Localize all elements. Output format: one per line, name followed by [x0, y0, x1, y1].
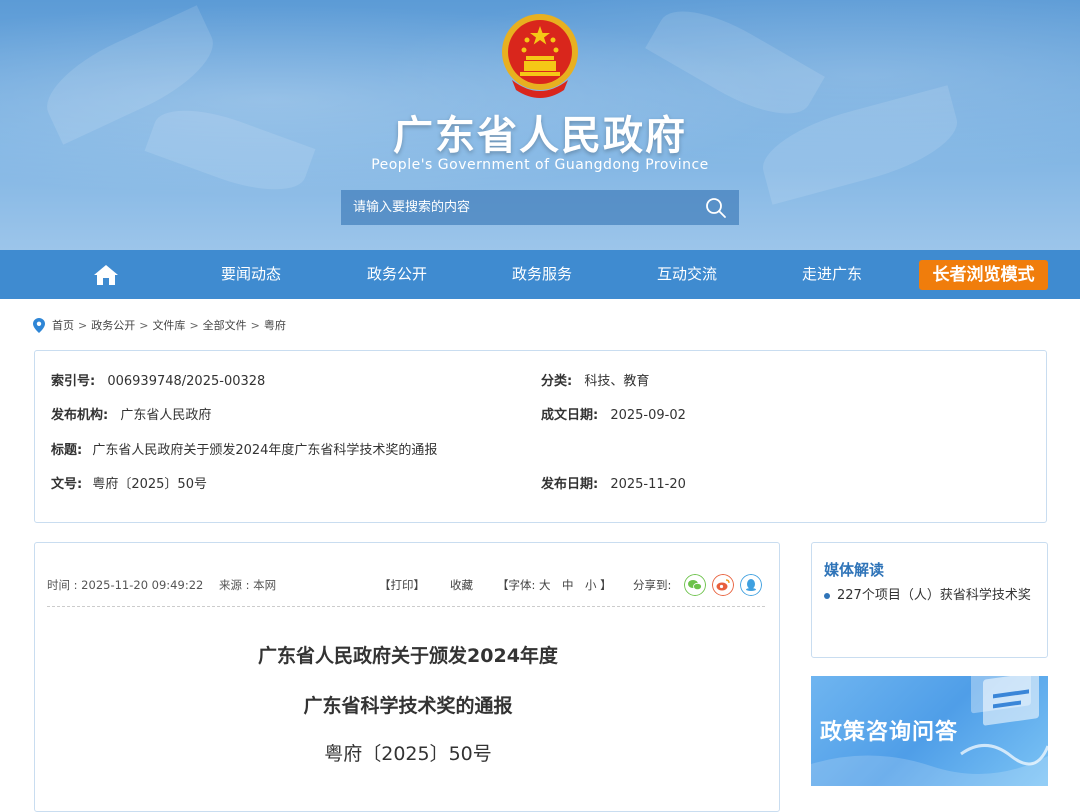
main-nav: 要闻动态 政务公开 政务服务 互动交流 走进广东 长者浏览模式 [0, 250, 1080, 299]
breadcrumb-all-files[interactable]: 全部文件 [203, 317, 247, 333]
policy-qa-banner-text: 政策咨询问答 [820, 720, 959, 745]
info-index-label: 索引号: [51, 374, 96, 389]
breadcrumb-separator: > [250, 318, 260, 332]
info-doc-number: 文号: 粤府〔2025〕50号 [51, 473, 207, 492]
info-index: 索引号: 006939748/2025-00328 [51, 370, 265, 389]
breadcrumb-yuefu[interactable]: 粤府 [264, 317, 286, 333]
document-info-box: 索引号: 006939748/2025-00328 分类: 科技、教育 发布机构… [34, 350, 1047, 523]
info-written-date-value: 2025-09-02 [610, 408, 686, 423]
font-size-control[interactable]: 【字体: 大 中 小 】 [497, 577, 612, 593]
print-button[interactable]: 【打印】 [379, 577, 425, 593]
info-doc-number-label: 文号: [51, 477, 83, 492]
info-issuer-value: 广东省人民政府 [120, 408, 212, 423]
nav-item-gov-services[interactable]: 政务服务 [501, 250, 583, 299]
policy-qa-banner[interactable]: 政策咨询问答 [811, 676, 1048, 786]
article-doc-number: 粤府〔2025〕50号 [324, 743, 492, 765]
favorite-button[interactable]: 收藏 [450, 577, 473, 593]
qq-icon[interactable] [740, 574, 762, 596]
breadcrumb-separator: > [189, 318, 199, 332]
media-interpretation-link[interactable]: 227个项目（人）获省科学技术奖 [824, 585, 1036, 606]
search-input[interactable] [341, 190, 691, 225]
article-divider [47, 606, 765, 607]
breadcrumb-separator: > [139, 318, 149, 332]
info-written-date-label: 成文日期: [541, 408, 599, 423]
info-issuer-label: 发布机构: [51, 408, 109, 423]
site-header: 广东省人民政府 People's Government of Guangdong… [0, 0, 1080, 250]
nav-item-about-guangdong[interactable]: 走进广东 [791, 250, 873, 299]
breadcrumb-file-library[interactable]: 文件库 [152, 317, 185, 333]
article-title-line-2: 广东省科学技术奖的通报 [303, 695, 513, 717]
info-category-value: 科技、教育 [584, 374, 650, 389]
weibo-icon[interactable] [712, 574, 734, 596]
nav-item-news[interactable]: 要闻动态 [210, 250, 292, 299]
media-interpretation-heading: 媒体解读 [824, 561, 885, 579]
home-icon[interactable] [93, 263, 119, 287]
search-bar [341, 190, 739, 225]
info-title-label: 标题: [51, 443, 83, 458]
bullet-dot [824, 593, 830, 599]
location-pin-icon [33, 317, 45, 333]
info-published-date: 发布日期: 2025-11-20 [541, 473, 686, 492]
article-time: 时间 : 2025-11-20 09:49:22 [47, 578, 204, 592]
info-title-value: 广东省人民政府关于颁发2024年度广东省科学技术奖的通报 [92, 443, 438, 458]
nav-item-gov-affairs-open[interactable]: 政务公开 [356, 250, 438, 299]
info-doc-number-value: 粤府〔2025〕50号 [92, 477, 207, 492]
nav-item-interaction[interactable]: 互动交流 [646, 250, 728, 299]
info-published-date-value: 2025-11-20 [610, 477, 686, 492]
wechat-icon[interactable] [684, 574, 706, 596]
media-interpretation-link-text: 227个项目（人）获省科学技术奖 [837, 588, 1031, 603]
media-interpretation-box: 媒体解读 227个项目（人）获省科学技术奖 [811, 542, 1048, 658]
breadcrumb: 首页 > 政务公开 > 文件库 > 全部文件 > 粤府 [33, 316, 286, 334]
info-title: 标题: 广东省人民政府关于颁发2024年度广东省科学技术奖的通报 [51, 439, 437, 458]
breadcrumb-home[interactable]: 首页 [52, 317, 74, 333]
site-subtitle: People's Government of Guangdong Provinc… [371, 157, 709, 173]
breadcrumb-separator: > [78, 318, 88, 332]
search-icon [706, 197, 726, 218]
info-index-value: 006939748/2025-00328 [107, 374, 266, 389]
national-emblem-icon [502, 14, 578, 98]
article-source: 来源 : 本网 [219, 578, 277, 592]
article-panel: 时间 : 2025-11-20 09:49:22 来源 : 本网 【打印】 收藏… [34, 542, 780, 812]
search-button[interactable] [693, 190, 739, 225]
site-title: 广东省人民政府 [393, 113, 687, 159]
breadcrumb-gov-affairs-open[interactable]: 政务公开 [91, 317, 135, 333]
info-published-date-label: 发布日期: [541, 477, 599, 492]
info-category: 分类: 科技、教育 [541, 370, 649, 389]
info-issuer: 发布机构: 广东省人民政府 [51, 404, 211, 423]
article-title-line-1: 广东省人民政府关于颁发2024年度 [258, 645, 558, 667]
info-written-date: 成文日期: 2025-09-02 [541, 404, 686, 423]
share-label: 分享到: [633, 578, 672, 592]
elder-mode-button[interactable]: 长者浏览模式 [919, 260, 1048, 290]
info-category-label: 分类: [541, 374, 573, 389]
